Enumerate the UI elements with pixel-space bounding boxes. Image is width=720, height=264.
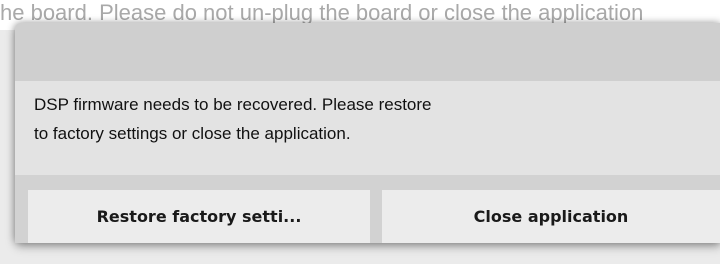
close-application-button[interactable]: Close application [382,190,720,243]
restore-factory-settings-button[interactable]: Restore factory setti... [28,190,370,243]
dialog-message-line-1: DSP firmware needs to be recovered. Plea… [34,95,432,114]
dialog-message-line-2: to factory settings or close the applica… [34,124,351,143]
dialog-button-bar: Restore factory setti... Close applicati… [15,175,720,243]
dialog-message-area: DSP firmware needs to be recovered. Plea… [15,81,720,175]
dialog-message: DSP firmware needs to be recovered. Plea… [34,90,684,148]
recovery-dialog: DSP firmware needs to be recovered. Plea… [15,23,720,243]
dialog-header [15,23,720,81]
